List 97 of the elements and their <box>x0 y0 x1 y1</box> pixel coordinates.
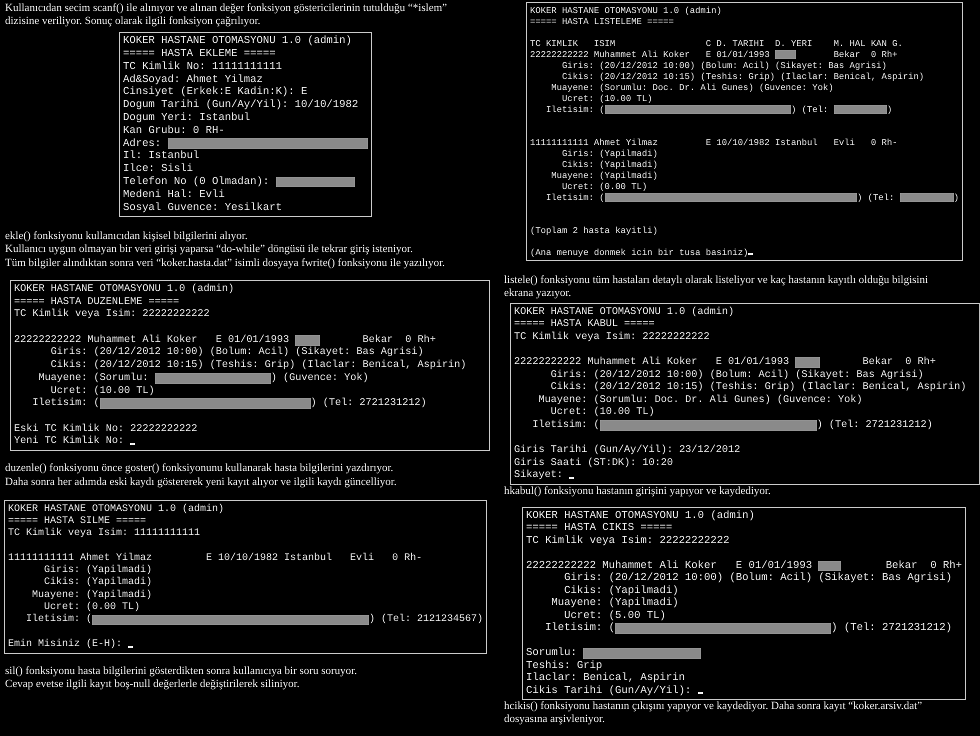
caption-text: hcikis() fonksiyonu hastanın çıkışını yapıyor ve kaydediyor. Daha sonra kayıt “koker.arsiv.dat” dosyasına arşivleniyor. <box>504 700 922 727</box>
terminal-line: Cikis: (Yapilmadi) <box>43 577 152 588</box>
terminal-text: ) (Tel: 2721231212) <box>816 420 933 431</box>
terminal-line: Muayene: (Sorumlu: Doc. Dr. Ali Gunes) (Guvence: Yok) <box>550 82 834 92</box>
terminal-line: Giris Saati (ST:DK): 10:20 <box>514 458 673 469</box>
terminal-line: Ucret: (0.00 TL) <box>43 602 140 613</box>
caption-text: duzenle() fonksiyonu önce goster() fonksiyonunu kullanarak hasta bilgilerini yazdırıyor. Daha sonra her adımda eski kaydı göstererek yeni kayıt alıyor ve ilgili kaydı güncelliyor. <box>5 462 397 489</box>
terminal-line: Ilce: Sisli <box>123 163 193 176</box>
terminal-line: TC Kimlik veya Isim: 22222222222 <box>526 534 730 547</box>
terminal-line: ===== HASTA DUZENLEME ===== <box>14 296 180 308</box>
caption-text: Kullanıcıdan secim scanf() ile alınıyor ve alınan değer fonksiyon göstericilerinin tutulduğu “*islem” dizisine veriliyor. Sonuç olarak ilgili fonksiyon çağrılıyor. <box>5 2 448 29</box>
terminal-line: Giris: (20/12/2012 10:00) (Bolum: Acil) (Sikayet: Bas Agrisi) <box>550 370 924 381</box>
terminal-line: Teshis: Grip <box>526 660 602 672</box>
terminal-line: TC Kimlik No: 11111111111 <box>123 60 282 73</box>
terminal-line: Giris: (Yapilmadi) <box>560 148 658 158</box>
terminal-line: Giris: (20/12/2012 10:00) (Bolum: Acil) (Sikayet: Bas Agrisi) <box>50 347 424 358</box>
terminal-line: 11111111111 Ahmet Yilmaz E 10/10/1982 Istanbul Evli 0 Rh- <box>530 138 898 148</box>
terminal-text: Bekar 0 Rh+ <box>361 334 436 346</box>
terminal-line: Ucret: (10.00 TL) <box>50 386 155 397</box>
terminal-text: Sikayet: <box>514 470 564 482</box>
terminal-line: Dogum Yeri: Istanbul <box>123 112 250 124</box>
caption-text: ekle() fonksiyonu kullanıcıdan kişisel bilgilerini alıyor. Kullanıcı uygun olmayan bir veri girişi yaparsa “do-while” döngüsü ile tekrar giriş isteniyor. Tüm bilgiler alındıktan sonra veri “koker.hasta.dat” isimli dosyaya fwrite() fonksiyonu ile yazılıyor. <box>5 230 445 270</box>
terminal-line: KOKER HASTANE OTOMASYONU 1.0 (admin) <box>514 306 734 318</box>
terminal-text: Emin Misiniz (E-H): <box>8 638 124 650</box>
terminal-text: Telefon No (0 Olmadan): <box>123 176 270 188</box>
terminal-line: Il: Istanbul <box>123 150 200 162</box>
terminal-line: ===== HASTA SILME ===== <box>8 516 146 527</box>
terminal-text: ) <box>886 104 892 114</box>
terminal-line: TC Kimlik veya Isim: 22222222222 <box>14 309 210 320</box>
terminal-text: ) (Tel: <box>856 192 896 202</box>
terminal-text: Bekar 0 Rh+ <box>832 50 898 60</box>
terminal-line: ===== HASTA CIKIS ===== <box>526 522 672 534</box>
terminal-line: Ucret: (5.00 TL) <box>563 610 666 622</box>
terminal-line: Medeni Hal: Evli <box>123 188 225 201</box>
terminal-line: Giris Tarihi (Gun/Ay/Yil): 23/12/2012 <box>514 445 740 456</box>
caption-text: hkabul() fonksiyonu hastanın girişini yapıyor ve kaydediyor. <box>504 485 771 499</box>
terminal-line: Giris: (20/12/2012 10:00) (Bolum: Acil) (Sikayet: Bas Agrisi) <box>560 60 887 70</box>
terminal-text: ) (Tel: 2721231212) <box>310 398 427 410</box>
terminal-line: Cikis: (20/12/2012 10:15) (Teshis: Grip) (Ilaclar: Benical, Aspirin) <box>550 382 966 394</box>
terminal-text: ) <box>954 192 959 202</box>
terminal-line: TC Kimlik veya Isim: 22222222222 <box>514 332 710 343</box>
terminal-line: Ad&Soyad: Ahmet Yilmaz <box>123 74 263 86</box>
terminal-line: (Toplam 2 hasta kayitli) <box>530 226 658 236</box>
terminal-text: 22222222222 Muhammet Ali Koker E 01/01/1993 <box>526 560 814 572</box>
terminal-line: Dogum Tarihi (Gun/Ay/Yil): 10/10/1982 <box>123 99 358 112</box>
terminal-text: Iletisim: ( <box>544 622 616 634</box>
terminal-text: ) (Tel: 2721231212) <box>831 622 952 634</box>
terminal-line: ===== HASTA LISTELEME ===== <box>530 16 674 26</box>
terminal-line: Cikis: (20/12/2012 10:15) (Teshis: Grip) (Ilaclar: Benical, Aspirin) <box>560 72 924 82</box>
terminal-text: Cikis Tarihi (Gun/Ay/Yil): <box>526 684 692 697</box>
terminal-line: Giris: (20/12/2012 10:00) (Bolum: Acil) (Sikayet: Bas Agrisi) <box>563 572 952 584</box>
terminal-line: Ilaclar: Benical, Aspirin <box>526 672 685 684</box>
terminal-text: ) (Guvence: Yok) <box>270 372 369 384</box>
terminal-text: 22222222222 Muhammet Ali Koker E 01/01/1993 <box>14 334 290 346</box>
terminal-line: Kan Grubu: 0 RH- <box>123 124 225 137</box>
terminal-text: Sorumlu: <box>526 647 578 660</box>
terminal-line: Muayene: (Yapilmadi) <box>31 590 152 601</box>
caption-text: sil() fonksiyonu hasta bilgilerini gösterdikten sonra kullanıcıya bir soru soruyor. Cevap evetse ilgili kayıt boş-null değerlerle değiştirilerek siliniyor. <box>5 664 357 692</box>
terminal-line: Ucret: (0.00 TL) <box>560 182 648 192</box>
terminal-line: Muayene: (Sorumlu: Doc. Dr. Ali Gunes) (Guvence: Yok) <box>537 394 862 406</box>
terminal-line: Ucret: (10.00 TL) <box>550 407 655 418</box>
terminal-text: Iletisim: ( <box>531 420 600 431</box>
terminal-line: TC Kimlik veya Isim: 11111111111 <box>8 528 200 540</box>
terminal-line: Muayene: (Yapilmadi) <box>550 597 679 610</box>
terminal-line: ===== HASTA EKLEME ===== <box>123 48 276 60</box>
terminal-text: ) (Tel: 2121234567) <box>368 614 483 626</box>
terminal-line: KOKER HASTANE OTOMASYONU 1.0 (admin) <box>526 510 755 522</box>
caption-text: listele() fonksiyonu tüm hastaları detaylı olarak listeliyor ve kaç hastanın kayıtlı olduğu bilgisini ekrana yazıyor. <box>504 274 928 301</box>
terminal-line: Eski TC Kimlik No: 22222222222 <box>14 424 198 435</box>
terminal-text: 22222222222 Muhammet Ali Koker E 01/01/1993 <box>514 356 790 368</box>
terminal-text: Iletisim: ( <box>544 192 605 202</box>
terminal-line: Ucret: (10.00 TL) <box>560 94 652 104</box>
terminal-text: (Ana menuye donmek icin bir tusa basiniz) <box>530 248 748 258</box>
terminal-text: Bekar 0 Rh+ <box>884 560 962 572</box>
terminal-line: Giris: (Yapilmadi) <box>43 565 152 576</box>
terminal-line: KOKER HASTANE OTOMASYONU 1.0 (admin) <box>14 284 234 296</box>
terminal-line: ===== HASTA KABUL ===== <box>514 319 655 330</box>
terminal-text: Muayene: (Sorumlu: <box>37 372 150 384</box>
terminal-text: Iletisim: ( <box>25 614 92 626</box>
terminal-line: 11111111111 Ahmet Yilmaz E 10/10/1982 Istanbul Evli 0 Rh- <box>8 552 422 564</box>
terminal-line: Cikis: (20/12/2012 10:15) (Teshis: Grip) (Ilaclar: Benical, Aspirin) <box>50 360 466 372</box>
terminal-line: Muayene: (Yapilmadi) <box>550 170 658 180</box>
terminal-text: Iletisim: ( <box>31 398 100 410</box>
terminal-line: KOKER HASTANE OTOMASYONU 1.0 (admin) <box>123 35 352 48</box>
terminal-line: Cikis: (Yapilmadi) <box>560 160 658 170</box>
terminal-text: ) (Tel: <box>790 104 830 114</box>
terminal-line: Cinsiyet (Erkek:E Kadin:K): E <box>123 86 308 98</box>
terminal-line: Sosyal Guvence: Yesilkart <box>123 202 282 214</box>
terminal-text: 22222222222 Muhammet Ali Koker E 01/01/1993 <box>530 50 771 60</box>
terminal-line: KOKER HASTANE OTOMASYONU 1.0 (admin) <box>8 504 224 515</box>
terminal-line: KOKER HASTANE OTOMASYONU 1.0 (admin) <box>530 6 722 16</box>
terminal-text: Iletisim: ( <box>544 104 605 114</box>
terminal-text: Adres: <box>123 138 162 150</box>
terminal-line: Cikis: (Yapilmadi) <box>563 584 679 597</box>
terminal-text: Bekar 0 Rh+ <box>861 356 936 368</box>
terminal-line: TC KIMLIK ISIM C D. TARIHI D. YERI M. HAL KAN G. <box>530 38 903 48</box>
terminal-text: Yeni TC Kimlik No: <box>14 436 126 448</box>
